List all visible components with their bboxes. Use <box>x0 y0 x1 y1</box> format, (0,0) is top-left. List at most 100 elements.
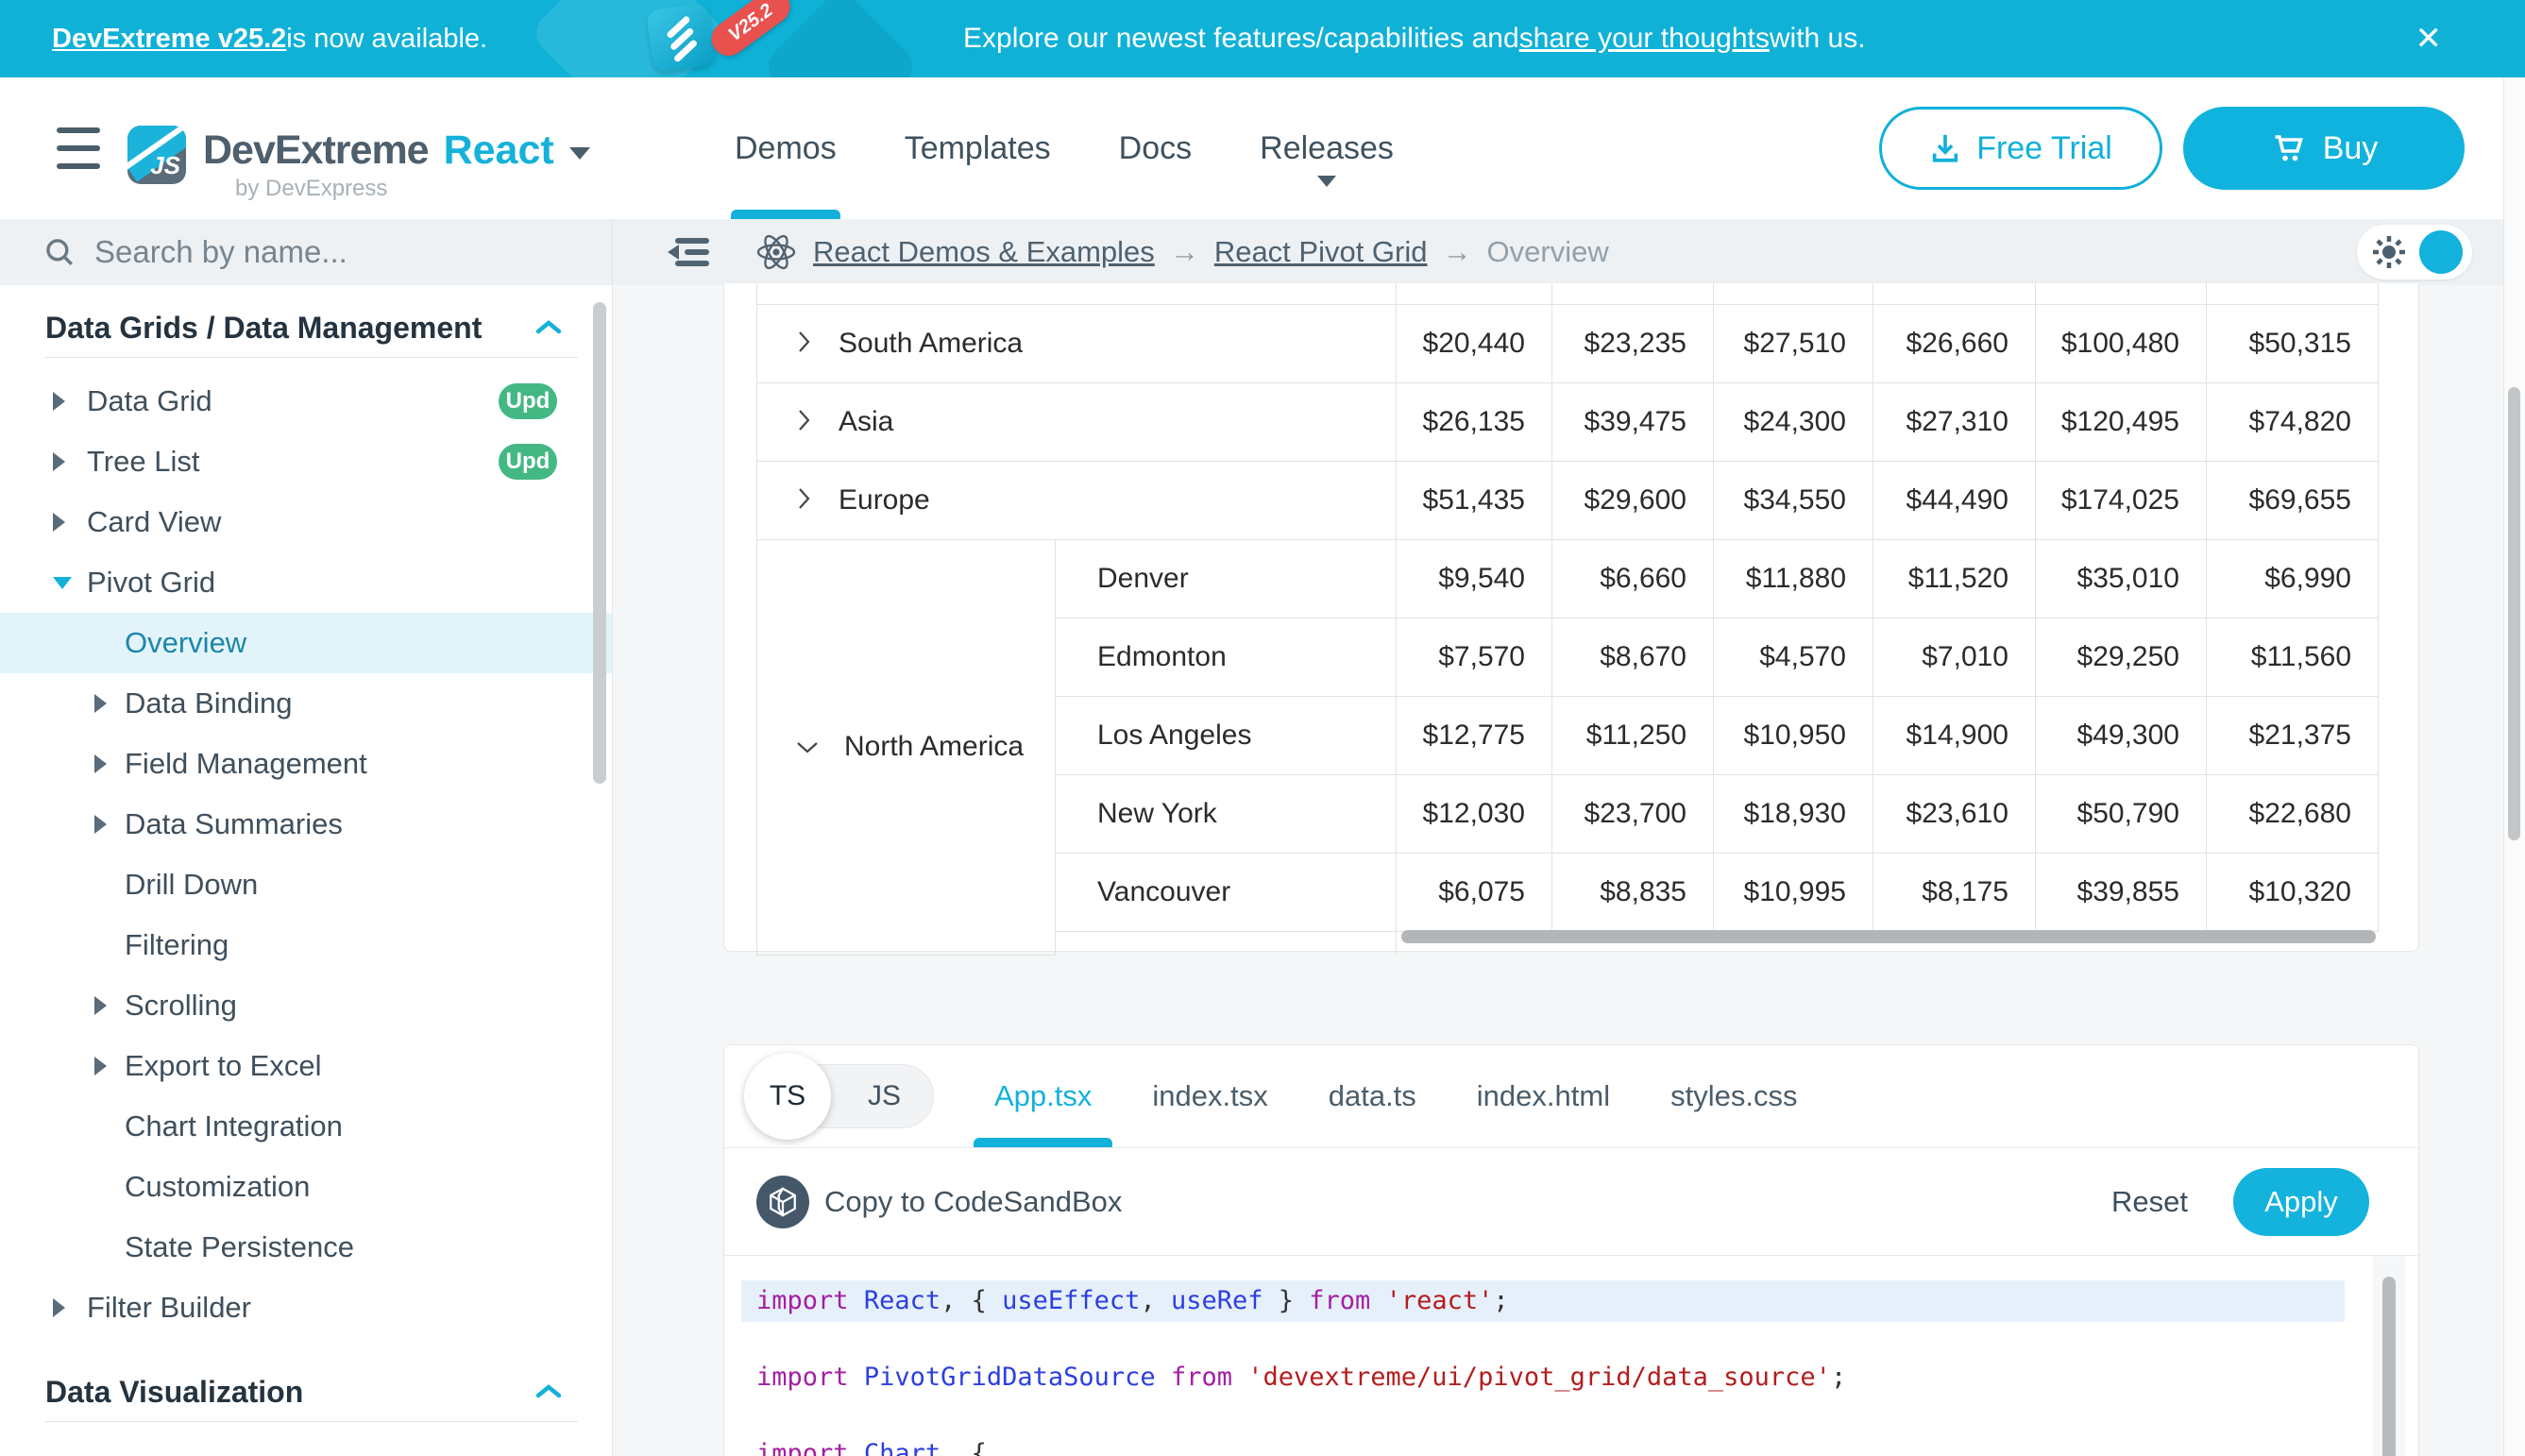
banner-release-note: DevExtreme v25.2 is now available. <box>52 0 487 77</box>
tab-styles-css[interactable]: styles.css <box>1670 1045 1797 1147</box>
sidebar-item-chart-integration[interactable]: Chart Integration <box>0 1096 612 1157</box>
code-token: } <box>1263 1286 1310 1315</box>
code-editor[interactable]: import React, { useEffect, useRef } from… <box>724 1256 2418 1456</box>
tab-app-tsx[interactable]: App.tsx <box>994 1045 1092 1147</box>
chevron-right-icon[interactable] <box>94 996 107 1015</box>
sidebar-item-export-to-excel[interactable]: Export to Excel <box>0 1036 612 1096</box>
collapse-sidebar-icon[interactable] <box>668 236 709 268</box>
pivot-horizontal-scrollbar[interactable] <box>1401 930 2376 943</box>
reset-button[interactable]: Reset <box>2111 1185 2188 1219</box>
breadcrumb-link-pivot-grid[interactable]: React Pivot Grid <box>1214 235 1428 269</box>
pivot-group-cell[interactable]: North America <box>757 540 1056 956</box>
code-scrollbar[interactable] <box>2382 1277 2396 1456</box>
banner-message-pre: Explore our newest features/capabilities… <box>963 23 1519 55</box>
apply-button[interactable]: Apply <box>2233 1168 2369 1236</box>
nav-item-label: Demos <box>735 130 837 167</box>
chevron-right-icon[interactable] <box>53 452 65 471</box>
share-thoughts-link[interactable]: share your thoughts <box>1519 23 1770 55</box>
hamburger-menu-icon[interactable] <box>57 127 100 169</box>
code-token: Chart <box>864 1439 941 1456</box>
js-logo-icon: JS <box>127 126 186 184</box>
chevron-right-icon[interactable] <box>94 754 107 773</box>
chevron-right-icon[interactable] <box>94 694 107 713</box>
sidebar-item-filtering[interactable]: Filtering <box>0 915 612 975</box>
js-logo-text: JS <box>150 151 180 180</box>
language-alt-label[interactable]: JS <box>868 1065 901 1127</box>
sidebar-item-overview[interactable]: Overview <box>0 613 612 673</box>
copy-to-codesandbox-label[interactable]: Copy to CodeSandBox <box>824 1185 1122 1219</box>
sidebar-item-state-persistence[interactable]: State Persistence <box>0 1217 612 1278</box>
framework-selector[interactable]: React <box>444 127 554 174</box>
chevron-right-icon[interactable] <box>53 1298 65 1317</box>
sidebar-scrollbar[interactable] <box>593 302 606 784</box>
theme-toggle-knob[interactable] <box>2419 230 2463 274</box>
sidebar-section-data-visualization[interactable]: Data Visualization <box>0 1363 612 1421</box>
pivot-value-cell: $6,075 <box>1397 854 1552 932</box>
sidebar-item-pivot-grid[interactable]: Pivot Grid <box>0 552 612 613</box>
nav-item-templates[interactable]: Templates <box>905 77 1051 219</box>
page-scrollbar-track <box>2503 77 2525 1456</box>
nav-item-demos[interactable]: Demos <box>735 77 837 219</box>
expand-chevron-icon[interactable] <box>795 330 814 354</box>
pivot-value-cell: $39,855 <box>2036 854 2207 932</box>
sidebar-item-field-management[interactable]: Field Management <box>0 734 612 794</box>
code-token: , <box>1140 1286 1171 1315</box>
breadcrumb-link-demos[interactable]: React Demos & Examples <box>813 235 1155 269</box>
expand-chevron-icon[interactable] <box>795 486 814 511</box>
pivot-group-cell[interactable]: South America <box>757 305 1397 383</box>
tab-index-tsx[interactable]: index.tsx <box>1152 1045 1267 1147</box>
pivot-value-cell <box>1714 283 1873 305</box>
theme-toggle[interactable] <box>2357 225 2472 279</box>
page-scrollbar[interactable] <box>2508 387 2520 840</box>
tab-data-ts[interactable]: data.ts <box>1329 1045 1416 1147</box>
sidebar-item-data-summaries[interactable]: Data Summaries <box>0 794 612 855</box>
language-toggle-knob[interactable]: TS <box>744 1053 831 1140</box>
search-input[interactable]: Search by name... <box>0 219 613 285</box>
sidebar-item-filter-builder[interactable]: Filter Builder <box>0 1278 612 1338</box>
pivot-value-cell: $4,570 <box>1714 618 1873 697</box>
sidebar-item-label: State Persistence <box>125 1230 354 1264</box>
divider <box>45 357 578 358</box>
sidebar-item-drill-down[interactable]: Drill Down <box>0 855 612 915</box>
sidebar-item-card-view[interactable]: Card View <box>0 492 612 552</box>
sidebar-item-tree-list[interactable]: Tree ListUpd <box>0 432 612 492</box>
pivot-value-cell: $120,495 <box>2036 383 2207 462</box>
sidebar-item-label: Data Binding <box>125 686 293 720</box>
sidebar-section-title: Data Grids / Data Management <box>45 311 482 346</box>
free-trial-button[interactable]: Free Trial <box>1879 107 2162 190</box>
brand-name: DevExtreme <box>203 127 429 174</box>
chevron-right-icon[interactable] <box>94 1057 107 1075</box>
code-token <box>849 1439 864 1456</box>
chevron-right-icon[interactable] <box>53 392 65 411</box>
chevron-down-icon[interactable] <box>53 577 72 589</box>
nav-item-releases[interactable]: Releases <box>1260 77 1394 219</box>
pivot-value-cell: $18,930 <box>1714 775 1873 854</box>
pivot-value-cell: $23,700 <box>1552 775 1714 854</box>
banner-version-link[interactable]: DevExtreme v25.2 <box>52 24 286 55</box>
sidebar-item-data-grid[interactable]: Data GridUpd <box>0 371 612 432</box>
codesandbox-icon[interactable] <box>756 1176 809 1228</box>
pivot-value-cell: $44,490 <box>1873 462 2036 540</box>
pivot-value-cell: $11,520 <box>1873 540 2036 618</box>
collapse-chevron-icon[interactable] <box>795 738 820 757</box>
pivot-value-cell: $24,300 <box>1714 383 1873 462</box>
pivot-group-cell[interactable]: Europe <box>757 462 1397 540</box>
chevron-down-icon[interactable] <box>569 147 590 160</box>
pivot-value-cell: $12,030 <box>1397 775 1552 854</box>
pivot-city-cell: Denver <box>1056 540 1397 618</box>
language-toggle[interactable]: TS JS <box>747 1064 934 1128</box>
sidebar-item-customization[interactable]: Customization <box>0 1157 612 1217</box>
brand-logo[interactable]: JS DevExtreme React by DevExpress <box>127 107 590 202</box>
close-icon[interactable]: ✕ <box>2415 0 2443 77</box>
sidebar-item-data-binding[interactable]: Data Binding <box>0 673 612 734</box>
tab-index-html[interactable]: index.html <box>1477 1045 1610 1147</box>
buy-button[interactable]: Buy <box>2183 107 2465 190</box>
sidebar-section-data-grids-data-management[interactable]: Data Grids / Data Management <box>0 298 612 357</box>
pivot-group-cell[interactable]: Asia <box>757 383 1397 462</box>
nav-item-docs[interactable]: Docs <box>1119 77 1192 219</box>
pivot-value-cell: $8,670 <box>1552 618 1714 697</box>
sidebar-item-scrolling[interactable]: Scrolling <box>0 975 612 1036</box>
expand-chevron-icon[interactable] <box>795 408 814 432</box>
chevron-right-icon[interactable] <box>53 513 65 532</box>
chevron-right-icon[interactable] <box>94 815 107 834</box>
